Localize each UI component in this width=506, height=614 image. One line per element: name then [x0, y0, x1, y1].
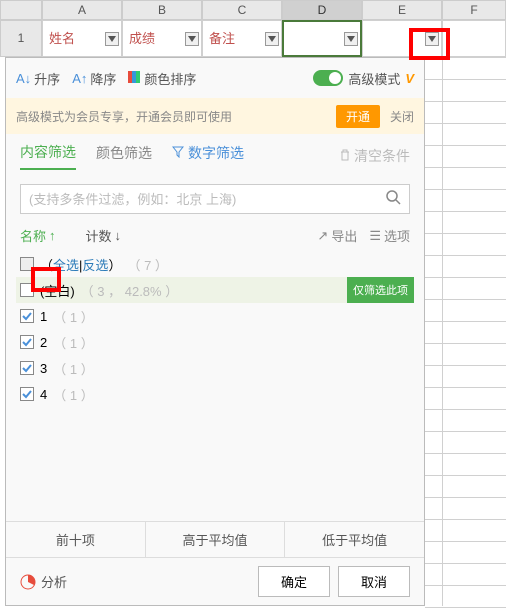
filter-dropdown-c[interactable]: [265, 32, 279, 46]
item-label: 4: [40, 387, 47, 402]
filter-only-this-button[interactable]: 仅筛选此项: [347, 277, 414, 303]
item-checkbox[interactable]: [20, 387, 34, 401]
export-button[interactable]: ↗ 导出: [317, 226, 357, 245]
sort-desc-button[interactable]: A↑ 降序: [72, 69, 116, 88]
item-checkbox[interactable]: [20, 361, 34, 375]
search-box: [20, 184, 410, 214]
cancel-button[interactable]: 取消: [338, 566, 410, 597]
total-count: （ 7 ）: [127, 255, 167, 274]
cell-f1[interactable]: [442, 20, 506, 57]
invert-selection-link[interactable]: 反选: [82, 258, 108, 273]
column-name-header[interactable]: 名称 ↑: [20, 226, 56, 245]
select-all-link[interactable]: 全选: [53, 258, 79, 273]
above-average-button[interactable]: 高于平均值: [146, 522, 286, 557]
search-icon[interactable]: [385, 189, 401, 210]
filter-list: （全选|反选） （ 7 ） (空白) （ 3 ， 42.8% ） 仅筛选此项 1…: [6, 251, 424, 521]
list-item[interactable]: 2 （ 1 ）: [20, 329, 410, 355]
row-header-1[interactable]: 1: [0, 20, 42, 57]
item-checkbox[interactable]: [20, 309, 34, 323]
cell-c1[interactable]: 备注: [202, 20, 282, 57]
clear-conditions-button[interactable]: 清空条件: [339, 146, 410, 166]
blank-label: (空白): [40, 281, 75, 300]
ok-button[interactable]: 确定: [258, 566, 330, 597]
banner-open-button[interactable]: 开通: [336, 105, 380, 128]
column-header-c[interactable]: C: [202, 0, 282, 20]
column-header-d[interactable]: D: [282, 0, 362, 20]
quick-filters: 前十项 高于平均值 低于平均值: [6, 521, 424, 558]
options-button[interactable]: ☰ 选项: [369, 226, 410, 245]
pie-chart-icon: [20, 574, 36, 590]
panel-footer: 分析 确定 取消: [6, 558, 424, 605]
item-checkbox[interactable]: [20, 335, 34, 349]
column-header-e[interactable]: E: [362, 0, 442, 20]
column-header-a[interactable]: A: [42, 0, 122, 20]
sort-toolbar: A↓ 升序 A↑ 降序 颜色排序 高级模式 V: [6, 58, 424, 98]
item-count: （ 1 ）: [53, 333, 93, 352]
item-label: 3: [40, 361, 47, 376]
select-all-checkbox[interactable]: [20, 257, 34, 271]
banner-text: 高级模式为会员专享，开通会员即可使用: [16, 108, 232, 125]
blank-checkbox[interactable]: [20, 283, 34, 297]
list-item[interactable]: 3 （ 1 ）: [20, 355, 410, 381]
export-icon: ↗: [317, 228, 328, 244]
grid-lines: [425, 57, 506, 606]
color-sort-button[interactable]: 颜色排序: [128, 69, 196, 88]
blank-count: （ 3 ， 42.8% ）: [81, 281, 179, 300]
color-sort-icon: [128, 71, 140, 86]
options-icon: ☰: [369, 228, 381, 244]
column-header-f[interactable]: F: [442, 0, 506, 20]
tab-number-filter[interactable]: 数字筛选: [172, 143, 244, 169]
list-item[interactable]: 4 （ 1 ）: [20, 381, 410, 407]
arrow-up-icon: ↑: [49, 228, 56, 243]
sort-asc-button[interactable]: A↓ 升序: [16, 69, 60, 88]
search-input[interactable]: [29, 192, 385, 207]
tab-color-filter[interactable]: 颜色筛选: [96, 143, 152, 169]
filter-tabs: 内容筛选 颜色筛选 数字筛选 清空条件: [6, 134, 424, 178]
list-item[interactable]: 1 （ 1 ）: [20, 303, 410, 329]
column-count-header[interactable]: 计数 ↓: [86, 226, 122, 245]
vip-badge-icon: V: [405, 71, 414, 86]
filter-dropdown-b[interactable]: [185, 32, 199, 46]
item-count: （ 1 ）: [53, 359, 93, 378]
below-average-button[interactable]: 低于平均值: [285, 522, 424, 557]
trash-icon: [339, 148, 351, 164]
advanced-banner: 高级模式为会员专享，开通会员即可使用 开通 关闭: [6, 98, 424, 134]
filter-dropdown-d[interactable]: [344, 32, 358, 46]
blank-item-row[interactable]: (空白) （ 3 ， 42.8% ） 仅筛选此项: [20, 277, 410, 303]
filter-dropdown-a[interactable]: [105, 32, 119, 46]
select-all-corner[interactable]: [0, 0, 42, 20]
top-10-button[interactable]: 前十项: [6, 522, 146, 557]
cell-d1[interactable]: [282, 20, 362, 57]
item-label: 1: [40, 309, 47, 324]
funnel-icon: [172, 145, 184, 161]
filter-dropdown-e[interactable]: [425, 32, 439, 46]
advanced-mode-toggle[interactable]: 高级模式 V: [313, 69, 414, 88]
cell-a1[interactable]: 姓名: [42, 20, 122, 57]
item-count: （ 1 ）: [53, 385, 93, 404]
search-row: [6, 178, 424, 220]
arrow-down-icon: ↓: [115, 228, 122, 243]
sort-asc-icon: A↓: [16, 71, 31, 86]
tab-content-filter[interactable]: 内容筛选: [20, 142, 76, 170]
sort-desc-icon: A↑: [72, 71, 87, 86]
item-label: 2: [40, 335, 47, 350]
item-count: （ 1 ）: [53, 307, 93, 326]
select-all-row[interactable]: （全选|反选） （ 7 ）: [20, 251, 410, 277]
spreadsheet-header: 1 A姓名B成绩C备注DEF: [0, 0, 506, 57]
analysis-button[interactable]: 分析: [20, 572, 67, 591]
list-header: 名称 ↑ 计数 ↓ ↗ 导出 ☰ 选项: [6, 220, 424, 251]
cell-b1[interactable]: 成绩: [122, 20, 202, 57]
toggle-on-icon: [313, 70, 343, 86]
filter-panel: A↓ 升序 A↑ 降序 颜色排序 高级模式 V 高级模式为会员专享，开通会员即可…: [5, 57, 425, 606]
column-header-b[interactable]: B: [122, 0, 202, 20]
banner-close-button[interactable]: 关闭: [390, 108, 414, 125]
cell-e1[interactable]: [362, 20, 442, 57]
